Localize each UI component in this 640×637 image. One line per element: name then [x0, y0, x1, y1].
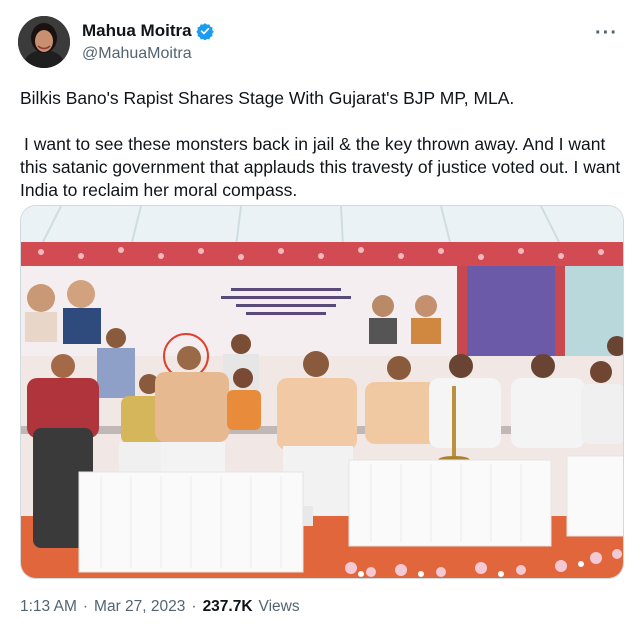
- display-name-row: Mahua Moitra: [82, 21, 214, 41]
- more-options-icon[interactable]: ···: [595, 22, 618, 45]
- tweet-photo[interactable]: [20, 205, 624, 579]
- author-names: Mahua Moitra @MahuaMoitra: [82, 21, 214, 63]
- stage-event-photo: [21, 206, 623, 578]
- tweet-meta: 1:13 AM · Mar 27, 2023 · 237.7K Views: [20, 598, 300, 616]
- avatar[interactable]: [18, 16, 70, 68]
- verified-badge-icon: [195, 23, 214, 40]
- meta-separator-2: ·: [191, 598, 197, 615]
- views-label: Views: [258, 598, 300, 615]
- tweet-time[interactable]: 1:13 AM: [20, 598, 77, 616]
- views-count: 237.7K: [202, 598, 253, 615]
- display-name[interactable]: Mahua Moitra: [82, 21, 192, 41]
- handle[interactable]: @MahuaMoitra: [82, 45, 214, 63]
- tweet-date[interactable]: Mar 27, 2023: [94, 598, 185, 616]
- avatar-image: [18, 16, 70, 68]
- tweet-line-2: I want to see these monsters back in jai…: [20, 134, 621, 200]
- tweet-card: Mahua Moitra @MahuaMoitra ··· Bilkis Ban…: [0, 0, 640, 637]
- tweet-header: Mahua Moitra @MahuaMoitra ···: [18, 16, 622, 72]
- tweet-line-1: Bilkis Bano's Rapist Shares Stage With G…: [20, 88, 515, 108]
- tweet-text: Bilkis Bano's Rapist Shares Stage With G…: [20, 87, 625, 202]
- meta-separator: ·: [82, 598, 89, 615]
